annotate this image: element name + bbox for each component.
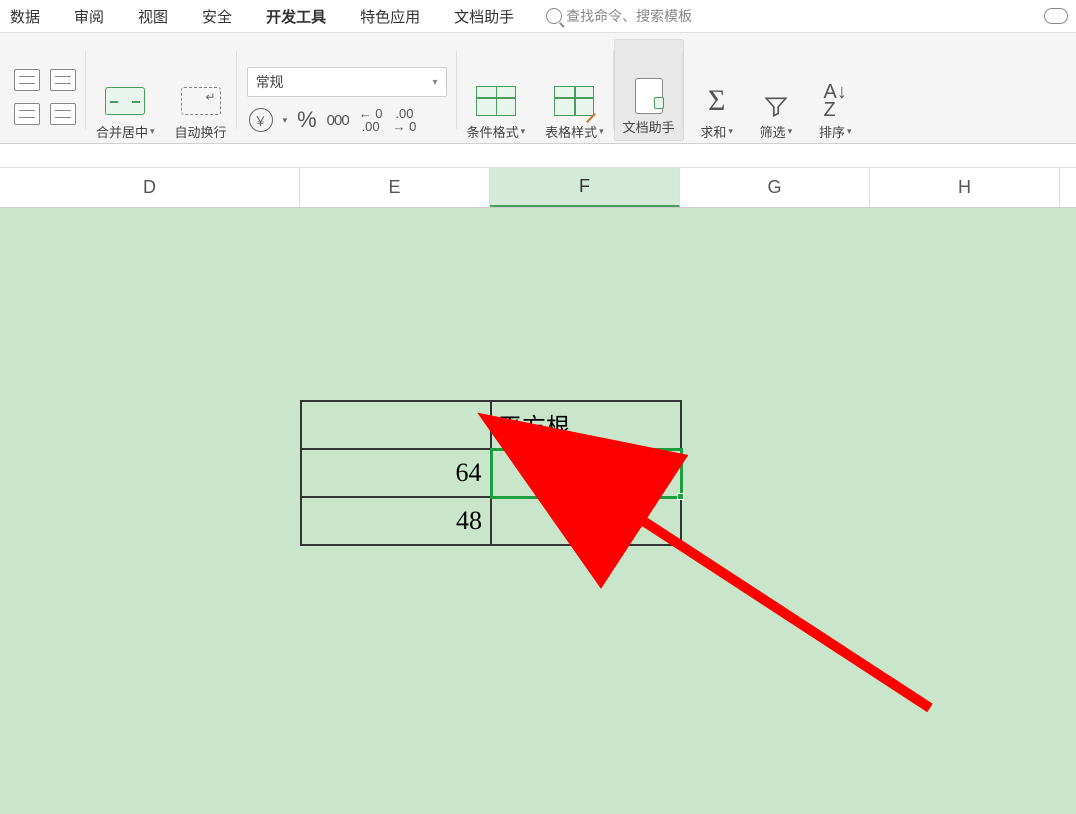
currency-format-button[interactable]: ￥	[249, 108, 273, 132]
menu-security[interactable]: 安全	[196, 2, 238, 31]
menu-bar: 数据 审阅 视图 安全 开发工具 特色应用 文档助手 查找命令、搜索模板	[0, 0, 1076, 32]
merge-center-icon[interactable]	[102, 82, 148, 120]
conditional-format-button[interactable]: 条件格式▾	[467, 122, 526, 141]
doc-helper-icon	[626, 77, 672, 115]
table-row: 平方根	[301, 401, 681, 449]
doc-helper-group[interactable]: 文档助手	[614, 39, 684, 141]
sort-icon[interactable]: A↓Z	[812, 82, 858, 120]
search-icon	[546, 8, 562, 24]
filter-group: 筛选▾	[750, 39, 803, 141]
merge-group: 合并居中▾	[86, 39, 165, 141]
search-placeholder: 查找命令、搜索模板	[566, 6, 692, 26]
merge-center-button[interactable]: 合并居中▾	[96, 122, 155, 141]
table-row: 64	[301, 449, 681, 497]
column-header-h[interactable]: H	[870, 168, 1060, 207]
currency-dropdown-caret[interactable]: ▾	[283, 115, 288, 126]
wrap-text-button[interactable]: 自动换行	[175, 122, 227, 141]
decrease-decimal-button[interactable]: .00→ 0	[393, 107, 417, 133]
column-header-f[interactable]: F	[490, 168, 680, 207]
data-table: 平方根 64 48	[300, 400, 683, 546]
chevron-down-icon: ▾	[433, 77, 438, 88]
search-box[interactable]: 查找命令、搜索模板	[546, 6, 692, 26]
indent-group	[4, 39, 86, 141]
cloud-sync-icon[interactable]	[1044, 8, 1068, 24]
menu-data[interactable]: 数据	[4, 2, 46, 31]
column-header-row: D E F G H	[0, 168, 1076, 208]
spreadsheet-area[interactable]: 平方根 64 48	[0, 208, 1076, 814]
menu-dev-tools[interactable]: 开发工具	[260, 2, 332, 31]
cond-format-group: 条件格式▾	[457, 39, 536, 141]
increase-decimal-button[interactable]: ← 0.00	[359, 107, 383, 133]
wrap-text-icon[interactable]	[178, 82, 224, 120]
cell-f-header[interactable]: 平方根	[491, 401, 681, 449]
increase-indent-button[interactable]	[50, 69, 76, 91]
sort-button[interactable]: 排序▾	[819, 122, 852, 141]
column-header-e[interactable]: E	[300, 168, 490, 207]
conditional-format-icon[interactable]	[473, 82, 519, 120]
table-style-icon[interactable]	[551, 82, 597, 120]
percent-format-button[interactable]: %	[297, 107, 317, 133]
align-distribute-button[interactable]	[50, 103, 76, 125]
doc-helper-button: 文档助手	[623, 117, 675, 136]
funnel-icon[interactable]	[763, 94, 789, 120]
fill-handle[interactable]	[677, 493, 684, 500]
column-header-tail[interactable]	[1060, 168, 1076, 207]
cell-e-header[interactable]	[301, 401, 491, 449]
table-row: 48	[301, 497, 681, 545]
cell-f-row1-selected[interactable]	[491, 449, 681, 497]
menu-view[interactable]: 视图	[132, 2, 174, 31]
decrease-indent-button[interactable]	[14, 69, 40, 91]
thousands-sep-button[interactable]: 000	[327, 112, 349, 129]
ribbon-toolbar: 合并居中▾ 自动换行 常规 ▾ ￥ ▾ % 000 ← 0.00 .00→ 0 …	[0, 32, 1076, 144]
formula-bar-area	[0, 144, 1076, 168]
sum-group: Σ 求和▾	[684, 39, 750, 141]
sum-button[interactable]: 求和▾	[700, 122, 733, 141]
number-format-value: 常规	[256, 72, 284, 92]
menu-review[interactable]: 审阅	[68, 2, 110, 31]
wrap-group: 自动换行	[165, 39, 237, 141]
menu-doc-helper[interactable]: 文档助手	[448, 2, 520, 31]
cell-e-row2[interactable]: 48	[301, 497, 491, 545]
number-format-group: 常规 ▾ ￥ ▾ % 000 ← 0.00 .00→ 0	[237, 39, 457, 141]
number-format-select[interactable]: 常规 ▾	[247, 67, 447, 97]
sigma-icon[interactable]: Σ	[694, 82, 740, 120]
table-style-group: 表格样式▾	[535, 39, 614, 141]
column-header-g[interactable]: G	[680, 168, 870, 207]
column-header-d[interactable]: D	[0, 168, 300, 207]
filter-button[interactable]: 筛选▾	[760, 122, 793, 141]
sort-group: A↓Z 排序▾	[802, 39, 868, 141]
table-style-button[interactable]: 表格样式▾	[545, 122, 604, 141]
align-left-button[interactable]	[14, 103, 40, 125]
menu-special-apps[interactable]: 特色应用	[354, 2, 426, 31]
cell-e-row1[interactable]: 64	[301, 449, 491, 497]
cell-f-row2[interactable]	[491, 497, 681, 545]
